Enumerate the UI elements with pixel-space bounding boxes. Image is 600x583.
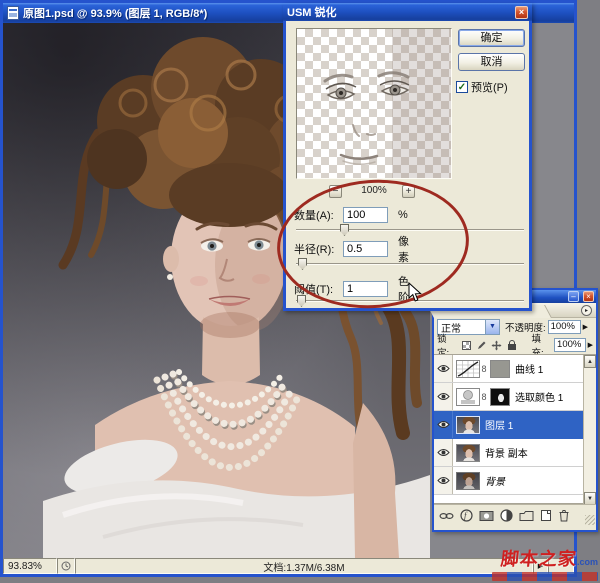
layer-name[interactable]: 背景: [485, 473, 505, 488]
fill-field[interactable]: 100%: [554, 338, 586, 352]
threshold-row: 阈值(T): 色阶: [294, 280, 333, 297]
radius-label: 半径(R):: [294, 241, 334, 257]
status-bar: 93.83% 文档:1.37M/6.38M ▶: [3, 558, 574, 574]
psd-file-icon: [7, 6, 19, 20]
lock-transparency-icon[interactable]: [461, 339, 473, 351]
layers-scrollbar[interactable]: ▲ ▼: [583, 355, 596, 505]
visibility-eye-icon[interactable]: [434, 411, 453, 438]
amount-row: 数量(A): %: [294, 206, 334, 223]
document-size-field: 文档:1.37M/6.38M: [75, 558, 533, 574]
layer-mask-thumbnail[interactable]: [490, 388, 510, 406]
visibility-eye-icon[interactable]: [434, 383, 453, 410]
layer-name[interactable]: 曲线 1: [515, 361, 543, 376]
dialog-titlebar[interactable]: USM 锐化 ×: [283, 3, 532, 21]
layer-thumbnail[interactable]: [456, 444, 480, 462]
preview-zoom-in-button[interactable]: +: [402, 185, 415, 198]
layer-mask-thumbnail[interactable]: [490, 360, 510, 378]
radius-row: 半径(R): 像素: [294, 240, 334, 257]
photoshop-workspace: 原图1.psd @ 93.9% (图层 1, RGB/8*): [0, 0, 600, 583]
layer-name[interactable]: 图层 1: [485, 417, 513, 432]
mask-link-icon[interactable]: 8: [480, 392, 488, 402]
new-adjustment-layer-icon[interactable]: [500, 509, 513, 522]
radius-unit: 像素: [398, 233, 409, 265]
layer-thumbnail[interactable]: [456, 416, 480, 434]
panel-menu-button[interactable]: ▸: [581, 305, 592, 316]
panel-resize-grip[interactable]: [585, 515, 595, 525]
layer-row-background[interactable]: 背景: [434, 467, 596, 495]
layer-name[interactable]: 选取颜色 1: [515, 389, 563, 404]
add-layer-mask-icon[interactable]: [479, 510, 494, 522]
status-clock-icon: [61, 561, 71, 571]
threshold-label: 阈值(T):: [294, 281, 333, 297]
curves-adjustment-thumbnail[interactable]: [456, 360, 480, 378]
layer-row-selective-color[interactable]: 8 选取颜色 1: [434, 383, 596, 411]
amount-slider-thumb[interactable]: [340, 224, 349, 236]
visibility-eye-icon[interactable]: [434, 439, 453, 466]
threshold-slider[interactable]: [296, 300, 524, 302]
selective-color-thumbnail[interactable]: [456, 388, 480, 406]
radius-slider-thumb[interactable]: [298, 258, 307, 270]
preview-zoom-level: 100%: [348, 185, 400, 196]
new-group-folder-icon[interactable]: [519, 510, 534, 522]
fill-slider-arrow-icon[interactable]: ▶: [588, 341, 593, 349]
new-layer-icon[interactable]: [540, 509, 552, 522]
sharpen-preview[interactable]: [296, 28, 452, 179]
layer-name[interactable]: 背景 副本: [485, 445, 528, 460]
status-icon-box: [57, 558, 75, 574]
layers-panel-toolbar: f: [434, 504, 596, 526]
layer-row-layer1-selected[interactable]: 图层 1: [434, 411, 596, 439]
preview-checkbox[interactable]: ✓: [456, 81, 468, 93]
amount-input[interactable]: [343, 207, 388, 223]
layer-row-curves[interactable]: 8 曲线 1: [434, 355, 596, 383]
layer-style-icon[interactable]: f: [460, 509, 473, 522]
mask-link-icon[interactable]: 8: [480, 364, 488, 374]
watermark-title: 脚本之家: [500, 545, 579, 571]
lock-row: 锁定: 填充: 100% ▶: [434, 336, 596, 354]
delete-layer-trash-icon[interactable]: [558, 509, 570, 522]
layer-row-background-copy[interactable]: 背景 副本: [434, 439, 596, 467]
amount-unit: %: [398, 209, 408, 221]
preview-zoom-out-button[interactable]: −: [329, 185, 342, 198]
link-layers-icon[interactable]: [439, 510, 454, 522]
document-size-value: 文档:1.37M/6.38M: [263, 559, 344, 574]
preview-checkbox-label: 预览(P): [471, 79, 508, 95]
document-title: 原图1.psd @ 93.9% (图层 1, RGB/8*): [23, 5, 207, 21]
visibility-eye-icon[interactable]: [434, 467, 453, 494]
lock-position-move-icon[interactable]: [491, 339, 503, 351]
layers-list: 8 曲线 1 8 选取颜色 1: [434, 354, 596, 504]
preview-face-sketch: [297, 29, 452, 179]
preview-checkbox-row[interactable]: ✓ 预览(P): [456, 79, 508, 95]
scroll-up-icon[interactable]: ▲: [584, 355, 596, 368]
usm-sharpen-dialog: USM 锐化 × − 100% + 确定 取消 ✓: [283, 3, 532, 311]
radius-input[interactable]: [343, 241, 388, 257]
threshold-input[interactable]: [343, 281, 388, 297]
chevron-down-icon[interactable]: ▼: [485, 320, 499, 334]
visibility-eye-icon[interactable]: [434, 355, 453, 382]
panel-close-button[interactable]: ×: [583, 291, 594, 302]
watermark: 脚本之家.com: [492, 545, 598, 581]
dialog-title: USM 锐化: [287, 4, 337, 20]
amount-slider[interactable]: [296, 229, 524, 231]
opacity-field[interactable]: 100%: [548, 320, 581, 334]
threshold-slider-thumb[interactable]: [297, 295, 306, 307]
zoom-level-field[interactable]: 93.83%: [3, 558, 57, 574]
watermark-suffix: .com: [577, 557, 598, 567]
layer-thumbnail[interactable]: [456, 472, 480, 490]
dialog-close-button[interactable]: ×: [515, 6, 528, 19]
cancel-button[interactable]: 取消: [458, 53, 525, 71]
blend-mode-row: 正常 ▼ 不透明度: 100% ▶: [434, 318, 596, 336]
panel-minimize-button[interactable]: –: [568, 291, 579, 302]
svg-text:f: f: [464, 511, 468, 521]
layers-panel: – × ▸ 正常 ▼ 不透明度: 100% ▶ 锁定:: [432, 288, 598, 532]
lock-all-icon[interactable]: [506, 339, 518, 351]
watermark-subtext-strip: [492, 572, 598, 581]
lock-pixels-brush-icon[interactable]: [476, 339, 488, 351]
radius-slider[interactable]: [296, 263, 524, 265]
zoom-level-value: 93.83%: [8, 561, 42, 572]
amount-label: 数量(A):: [294, 207, 334, 223]
opacity-slider-arrow-icon[interactable]: ▶: [583, 323, 588, 331]
ok-button[interactable]: 确定: [458, 29, 525, 47]
